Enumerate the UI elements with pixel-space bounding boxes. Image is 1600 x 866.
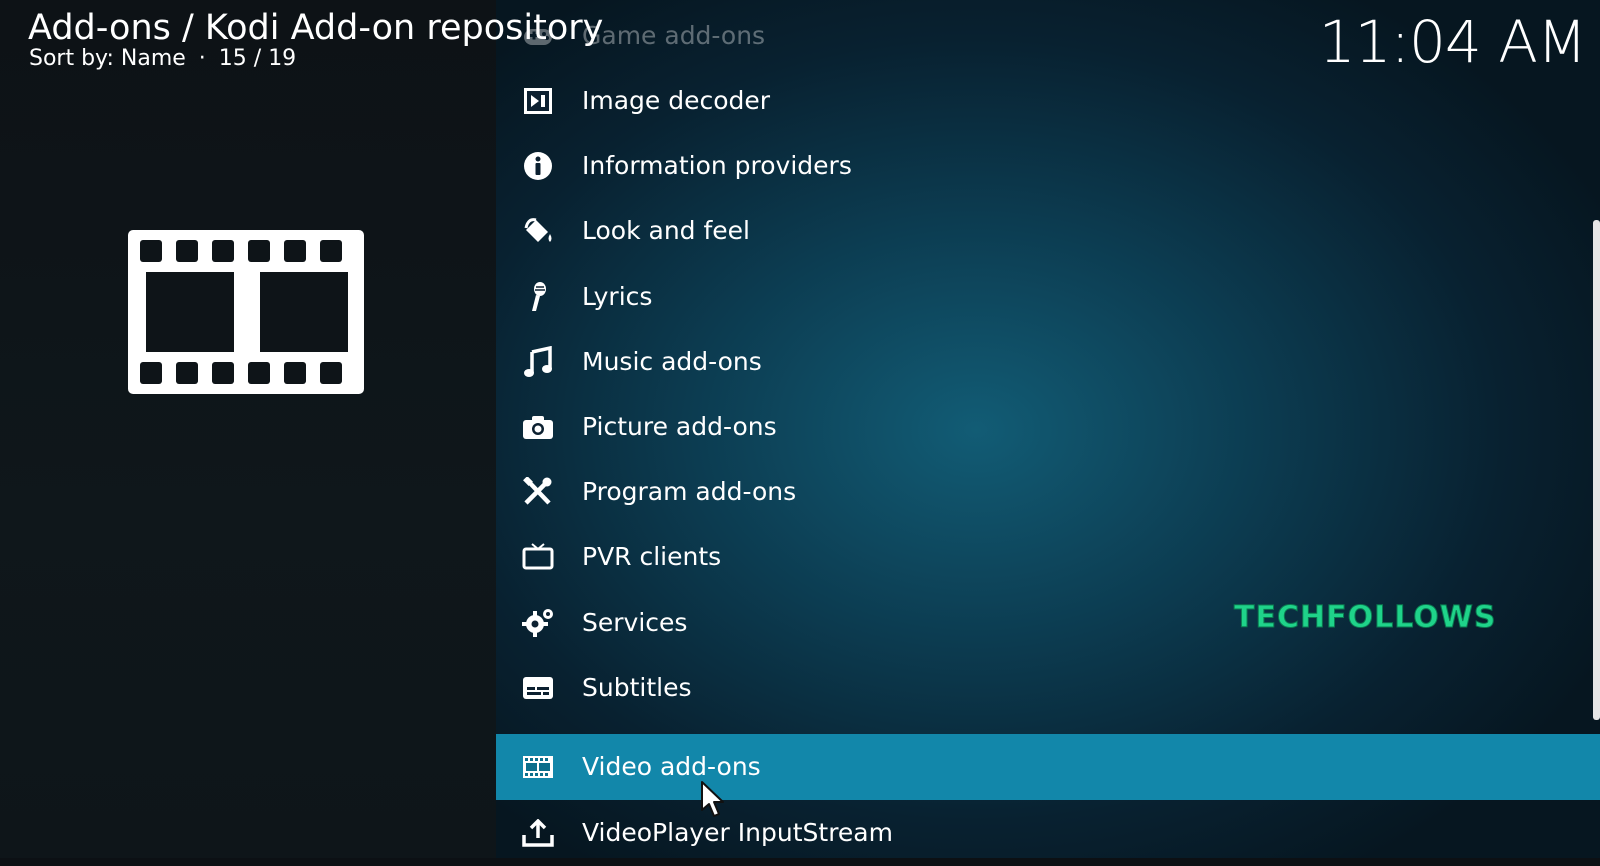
category-item[interactable]: VideoPlayer InputStream — [496, 800, 1600, 866]
image-decoder-icon — [522, 86, 554, 116]
sort-separator: · — [198, 46, 206, 71]
paint-bucket-icon — [522, 216, 554, 246]
category-list[interactable]: Game add-ons Image decoder Information pro… — [496, 0, 1600, 858]
gears-icon — [522, 608, 554, 638]
category-label: Services — [582, 608, 688, 637]
scrollbar[interactable] — [1593, 220, 1600, 720]
category-label: Image decoder — [582, 86, 771, 115]
category-item[interactable]: Picture add-ons — [496, 394, 1600, 460]
info-icon — [522, 151, 554, 181]
subtitles-icon — [522, 673, 554, 703]
tools-icon — [522, 477, 554, 507]
category-label: Program add-ons — [582, 477, 797, 506]
mouse-cursor-icon — [701, 781, 724, 817]
sort-label: Sort by: Name — [29, 46, 186, 71]
category-item[interactable]: Subtitles — [496, 655, 1600, 721]
category-label: VideoPlayer InputStream — [582, 818, 893, 847]
category-label: PVR clients — [582, 542, 722, 571]
category-item[interactable]: PVR clients — [496, 524, 1600, 590]
category-label: Information providers — [582, 151, 852, 180]
category-label: Subtitles — [582, 673, 692, 702]
category-label: Picture add-ons — [582, 412, 777, 441]
category-label: Video add-ons — [582, 752, 761, 781]
category-label: Lyrics — [582, 282, 653, 311]
category-item[interactable]: Video add-ons — [496, 734, 1600, 800]
sort-info: Sort by: Name · 15 / 19 — [29, 44, 296, 74]
category-item[interactable]: Music add-ons — [496, 329, 1600, 395]
category-label: Music add-ons — [582, 347, 762, 376]
item-position: 15 / 19 — [218, 46, 297, 71]
category-item[interactable]: Lyrics — [496, 264, 1600, 330]
microphone-icon — [522, 282, 554, 312]
film-icon — [522, 752, 554, 782]
film-thumbnail-icon — [128, 230, 364, 394]
category-item[interactable]: Information providers — [496, 133, 1600, 199]
category-item[interactable]: Program add-ons — [496, 459, 1600, 525]
preview-panel — [0, 0, 496, 858]
upload-tray-icon — [522, 818, 554, 848]
watermark: TECHFOLLOWS — [1233, 600, 1497, 636]
camera-icon — [522, 412, 554, 442]
tv-icon — [522, 542, 554, 572]
category-label: Look and feel — [582, 216, 750, 245]
music-note-icon — [522, 346, 554, 377]
clock: 11:04 AM — [1318, 8, 1587, 76]
category-item[interactable]: Look and feel — [496, 198, 1600, 264]
category-label: Game add-ons — [582, 21, 766, 50]
